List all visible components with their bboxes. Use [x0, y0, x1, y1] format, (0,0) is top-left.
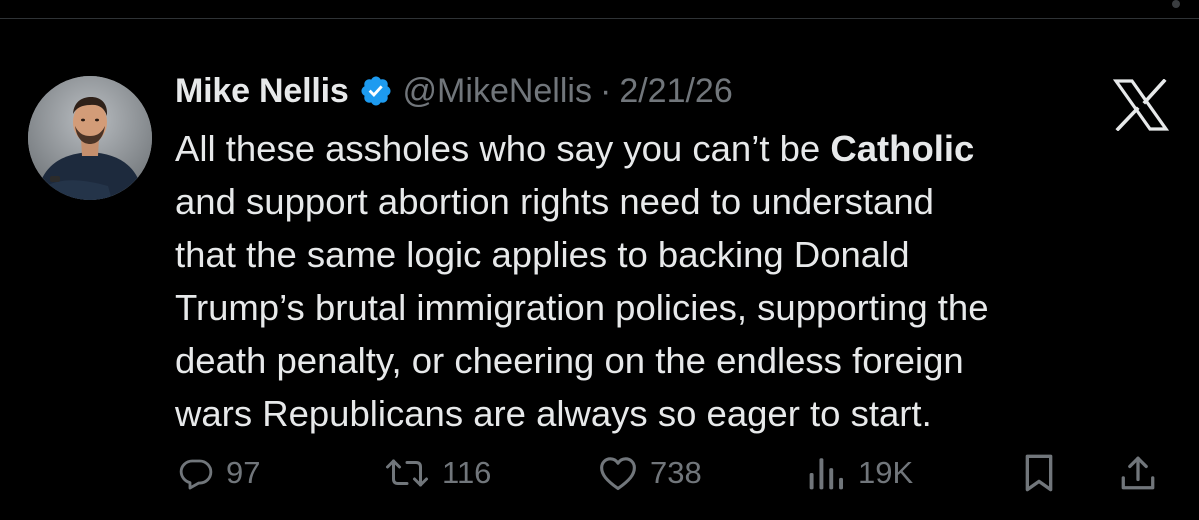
repost-button[interactable]: 116 — [384, 448, 491, 498]
tweet-header: Mike Nellis @MikeNellis · 2/21/26 — [175, 69, 733, 113]
tweet-line: All these assholes who say you can’t be … — [175, 122, 1175, 175]
like-count: 738 — [650, 455, 702, 490]
repost-count: 116 — [442, 455, 492, 490]
scroll-indicator — [1172, 0, 1180, 8]
tweet-bold-word: Catholic — [830, 128, 975, 169]
tweet-line-text: All these assholes who say you can’t be — [175, 128, 831, 169]
heart-icon — [598, 455, 638, 491]
tweet-line: and support abortion rights need to unde… — [175, 181, 934, 222]
tweet-line: wars Republicans are always so eager to … — [175, 393, 932, 434]
reply-icon — [178, 455, 214, 491]
action-bar: 97 116 738 19K — [0, 448, 1199, 498]
tweet-line: that the same logic applies to backing D… — [175, 234, 910, 275]
avatar[interactable] — [28, 76, 152, 200]
share-button[interactable] — [1120, 448, 1156, 498]
author-handle[interactable]: @MikeNellis — [403, 72, 592, 111]
bookmark-button[interactable] — [1022, 448, 1056, 498]
reply-button[interactable]: 97 — [178, 448, 260, 498]
views-button[interactable]: 19K — [806, 448, 913, 498]
tweet-date[interactable]: 2/21/26 — [619, 72, 732, 111]
tweet-line: Trump’s brutal immigration policies, sup… — [175, 287, 989, 328]
reply-count: 97 — [226, 455, 261, 490]
verified-badge-icon — [359, 74, 393, 108]
share-icon — [1120, 453, 1156, 493]
author-name[interactable]: Mike Nellis — [175, 72, 349, 111]
views-count: 19K — [858, 455, 914, 490]
like-button[interactable]: 738 — [598, 448, 702, 498]
views-icon — [806, 455, 846, 491]
tweet-text: All these assholes who say you can’t be … — [175, 122, 1175, 440]
tweet-line: death penalty, or cheering on the endles… — [175, 340, 964, 381]
bookmark-icon — [1022, 453, 1056, 493]
avatar-photo — [28, 76, 152, 200]
tweet-card[interactable]: Mike Nellis @MikeNellis · 2/21/26 All th… — [0, 19, 1199, 520]
repost-icon — [384, 455, 430, 491]
header-separator: · — [599, 71, 612, 110]
